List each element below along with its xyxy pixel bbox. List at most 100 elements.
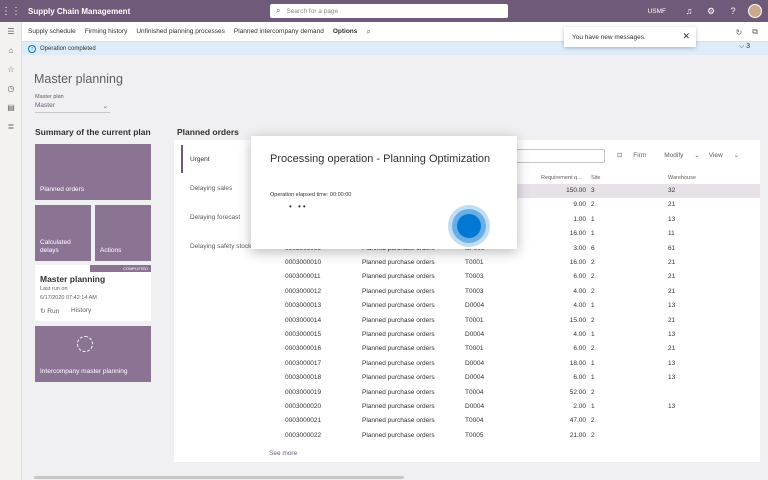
item-cell: T0001 xyxy=(465,316,484,324)
search-input[interactable]: ⌕ Search for a page xyxy=(270,4,508,18)
site-cell: 2 xyxy=(591,345,595,353)
grid-filter-input[interactable] xyxy=(516,149,605,163)
open-new-window-icon[interactable]: ⧉ xyxy=(752,27,758,37)
site-cell: 1 xyxy=(591,331,595,338)
item-cell: D0004 xyxy=(465,374,485,382)
actions-tile[interactable]: Actions xyxy=(95,205,151,261)
search-icon[interactable]: ⌕ xyxy=(366,27,370,37)
requirement-qty-cell: 16.00 xyxy=(569,259,586,266)
avatar[interactable] xyxy=(748,4,762,18)
order-type-cell: Planned purchase orders xyxy=(362,374,435,382)
menu-icon[interactable]: ☰ xyxy=(0,22,22,41)
card-title: Master planning xyxy=(40,274,106,284)
site-cell: 2 xyxy=(591,287,595,295)
warehouse-cell: 21 xyxy=(668,287,676,295)
header-site[interactable]: Site xyxy=(591,175,600,181)
requirement-qty-cell: 6.00 xyxy=(573,374,586,382)
calculated-delays-tile[interactable]: Calculated delays xyxy=(35,205,91,261)
item-cell: T0003 xyxy=(465,287,484,295)
action-bar-right: ↻ ⧉ xyxy=(736,22,768,42)
view-button[interactable]: View ⌄ xyxy=(709,151,739,159)
view-label: View xyxy=(708,152,723,159)
requirement-qty-cell: 16.00 xyxy=(569,230,586,238)
modify-button[interactable]: Modify ⌄ xyxy=(664,151,699,159)
app-launcher-icon[interactable]: ⋮⋮ xyxy=(0,0,22,22)
table-row[interactable]: 0003000016 Planned purchase orders T0001 6.… xyxy=(266,342,760,356)
warehouse-cell: 13 xyxy=(668,359,676,367)
table-row[interactable]: 0003000014 Planned purchase orders T0001 15… xyxy=(266,314,760,328)
action-unfinished-planning[interactable]: Unfinished planning processes xyxy=(136,28,225,35)
tab-urgent[interactable]: Urgent xyxy=(190,156,210,163)
header-warehouse[interactable]: Warehouse xyxy=(668,175,696,181)
table-row[interactable]: 0003000019 Planned purchase orders T0004 52… xyxy=(266,386,760,400)
action-options[interactable]: Options xyxy=(333,28,358,35)
clock-icon[interactable]: ◷ xyxy=(0,79,22,98)
tab-delaying-sales[interactable]: Delaying sales xyxy=(190,185,232,192)
master-plan-value: Master xyxy=(35,102,55,109)
run-button[interactable]: ↻ Run xyxy=(40,307,59,315)
planned-orders-tile[interactable]: Planned orders xyxy=(35,144,151,200)
table-row[interactable]: 0003000021 Planned purchase orders T0004 47… xyxy=(266,414,760,428)
bell-icon[interactable]: ♫ xyxy=(678,6,700,16)
requirement-qty-cell: 18.00 xyxy=(569,359,586,367)
warehouse-cell: 13 xyxy=(668,374,676,382)
requirement-qty-cell: 150.00 xyxy=(566,187,586,194)
table-row[interactable]: 0003000012 Planned purchase orders T0003 4.… xyxy=(266,285,760,299)
requirement-qty-cell: 6.00 xyxy=(573,345,586,353)
workspace-icon[interactable]: ▤ xyxy=(0,98,22,117)
requirement-qty-cell: 52.00 xyxy=(569,388,586,396)
list-icon[interactable]: ≣ xyxy=(0,117,22,136)
table-row[interactable]: 0003000017 Planned purchase orders D0004 18… xyxy=(266,357,760,371)
firm-label: Firm xyxy=(633,152,647,159)
last-run-date: 6/17/2020 07:42:14 AM xyxy=(40,295,97,301)
order-number-cell: 0003000012 xyxy=(285,287,322,295)
action-supply-schedule[interactable]: Supply schedule xyxy=(28,28,76,35)
company-picker[interactable]: USMF xyxy=(648,8,666,15)
action-intercompany-demand[interactable]: Planned intercompany demand xyxy=(234,28,324,35)
top-right-controls: USMF ♫ ⚙ ? xyxy=(648,0,768,22)
table-row[interactable]: 0003000018 Planned purchase orders D0004 6.… xyxy=(266,371,760,385)
requirement-qty-cell: 47.00 xyxy=(569,417,586,425)
intercompany-tile[interactable]: Intercompany master planning xyxy=(35,326,151,382)
see-more-link[interactable]: See more xyxy=(269,450,297,457)
table-row[interactable]: 0003000015 Planned purchase orders D0004 4.… xyxy=(266,328,760,342)
firm-button[interactable]: ⊡ Firm xyxy=(617,151,655,159)
site-cell: 2 xyxy=(591,316,595,324)
app-title[interactable]: Supply Chain Management xyxy=(28,7,130,16)
message-expander[interactable]: ⌵ 3 xyxy=(739,43,750,51)
action-firming-history[interactable]: Firming history xyxy=(85,28,128,35)
table-row[interactable]: 0003000011 Planned purchase orders T0003 6.… xyxy=(266,270,760,284)
header-requirement-qty[interactable]: Requirement q... xyxy=(541,175,582,181)
master-plan-select[interactable]: Master ⌄ xyxy=(35,102,110,113)
refresh-icon[interactable]: ↻ xyxy=(736,28,743,37)
tile-label: Calculated delays xyxy=(40,239,71,254)
tab-delaying-forecast[interactable]: Delaying forecast xyxy=(190,214,240,221)
warehouse-cell: 11 xyxy=(668,230,675,238)
table-row[interactable]: 0003000013 Planned purchase orders D0004 4.… xyxy=(266,299,760,313)
info-icon: i xyxy=(28,44,36,53)
order-number-cell: 0003000013 xyxy=(285,302,322,310)
history-button[interactable]: History xyxy=(71,307,91,314)
table-row[interactable]: 0003000010 Planned purchase orders T0001 16… xyxy=(266,256,760,270)
tile-label: Intercompany master planning xyxy=(40,368,128,375)
master-plan-label: Master plan xyxy=(35,94,64,100)
item-cell: T0005 xyxy=(465,431,484,439)
site-cell: 2 xyxy=(591,273,595,281)
table-row[interactable]: 0003000022 Planned purchase orders T0005 21… xyxy=(266,429,760,443)
help-icon[interactable]: ? xyxy=(722,6,744,16)
requirement-qty-cell: 3.00 xyxy=(573,244,586,252)
table-row[interactable]: 0003000020 Planned purchase orders D0004 2.… xyxy=(266,400,760,414)
close-icon[interactable]: ✕ xyxy=(682,31,690,42)
requirement-qty-cell: 2.00 xyxy=(573,403,586,410)
star-icon[interactable]: ☆ xyxy=(0,60,22,79)
order-type-cell: Planned purchase orders xyxy=(362,331,435,338)
horizontal-scrollbar[interactable] xyxy=(34,476,404,479)
home-icon[interactable]: ⌂ xyxy=(0,41,22,60)
notification-toast: You have new messages. ✕ xyxy=(564,27,696,47)
requirement-qty-cell: 4.00 xyxy=(573,302,586,310)
gear-icon[interactable]: ⚙ xyxy=(700,6,722,17)
site-cell: 1 xyxy=(591,230,595,238)
order-number-cell: 0003000017 xyxy=(285,359,322,367)
tab-delaying-safety-stock[interactable]: Delaying safety stock xyxy=(190,243,251,250)
modify-label: Modify xyxy=(664,152,684,159)
